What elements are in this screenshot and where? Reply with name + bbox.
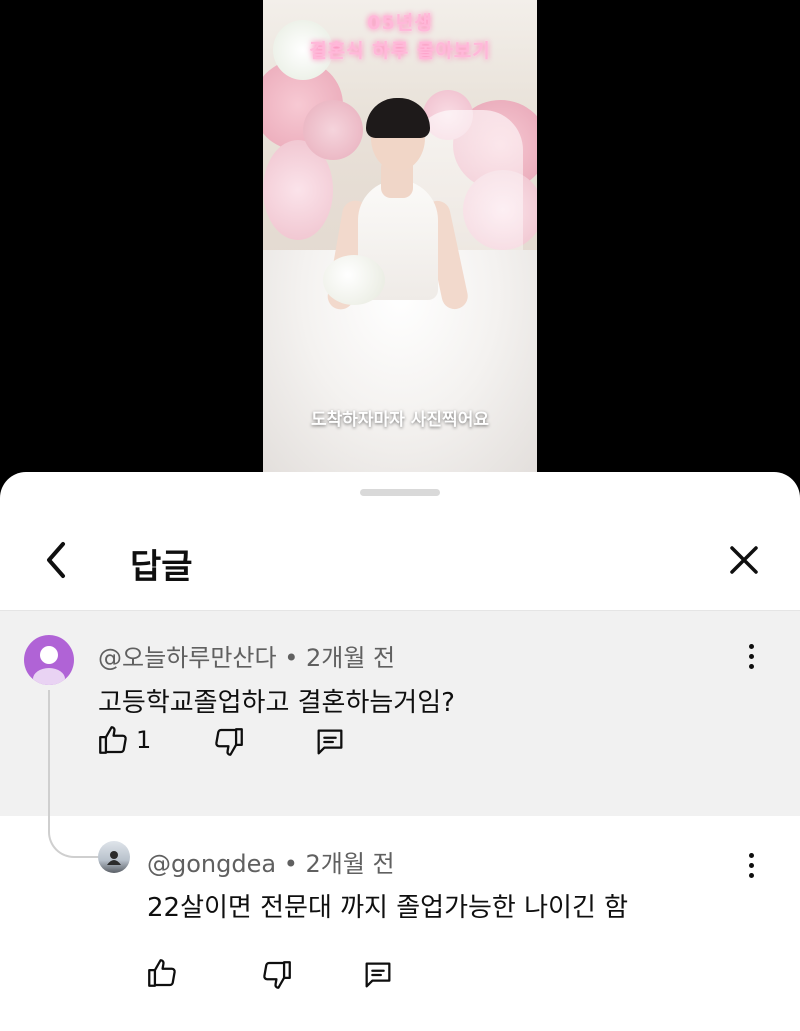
reply-author[interactable]: @gongdea <box>147 850 276 878</box>
like-button[interactable]: 1 <box>96 723 151 757</box>
reply-button[interactable] <box>313 725 347 759</box>
flower-decoration <box>303 100 363 160</box>
video-frame: 05년생 결혼식 하루 몰아보기 도착하자마자 사진찍어요 <box>263 0 537 472</box>
bouquet <box>323 255 385 305</box>
reply-button[interactable] <box>361 958 395 992</box>
sheet-title: 답글 <box>130 547 193 587</box>
comment-icon <box>317 729 343 755</box>
dot-icon <box>748 643 754 649</box>
dislike-button[interactable] <box>260 958 294 992</box>
close-button[interactable] <box>718 534 770 586</box>
more-options-button[interactable] <box>736 636 766 676</box>
like-count: 1 <box>136 726 152 754</box>
reply-text: 22살이면 전문대 까지 졸업가능한 나이긴 함 <box>147 893 629 923</box>
default-user-icon <box>33 646 65 685</box>
dot-icon <box>748 663 754 669</box>
sheet-header: 답글 <box>0 512 800 611</box>
thread-connector <box>48 690 100 858</box>
dislike-button[interactable] <box>212 725 246 759</box>
comment-icon <box>365 962 391 988</box>
thumbs-up-icon <box>99 726 127 754</box>
comment-meta: @오늘하루만산다 • 2개월 전 <box>98 638 395 673</box>
video-caption: 도착하자마자 사진찍어요 <box>311 410 489 430</box>
reply-time: • 2개월 전 <box>283 850 395 878</box>
comment-author[interactable]: @오늘하루만산다 <box>98 644 277 672</box>
user-photo-icon <box>107 851 121 865</box>
thumbs-down-icon <box>215 728 243 756</box>
close-icon <box>730 546 758 574</box>
video-title-line1: 05년생 <box>367 12 433 34</box>
dot-icon <box>748 653 754 659</box>
dot-icon <box>748 872 754 878</box>
comment-text: 고등학교졸업하고 결혼하늠거임? <box>98 688 455 718</box>
parent-comment: @오늘하루만산다 • 2개월 전 고등학교졸업하고 결혼하늠거임? 1 <box>0 611 800 816</box>
video-player[interactable]: 05년생 결혼식 하루 몰아보기 도착하자마자 사진찍어요 <box>0 0 800 472</box>
dot-icon <box>748 852 754 858</box>
like-button[interactable] <box>145 956 179 990</box>
comment-time: • 2개월 전 <box>284 644 396 672</box>
video-title-line2: 결혼식 하루 몰아보기 <box>309 40 491 62</box>
chevron-left-icon <box>47 542 65 578</box>
dot-icon <box>748 862 754 868</box>
avatar[interactable] <box>24 635 74 685</box>
replies-sheet: 답글 @오늘하루만산다 • 2개월 전 고등학교졸업하고 결혼하늠거임? 1 @… <box>0 472 800 1031</box>
thumbs-up-icon <box>148 959 176 987</box>
back-button[interactable] <box>30 534 82 586</box>
avatar[interactable] <box>98 841 130 873</box>
drag-handle[interactable] <box>360 489 440 496</box>
more-options-button[interactable] <box>736 845 766 885</box>
thumbs-down-icon <box>263 961 291 989</box>
reply-meta: @gongdea • 2개월 전 <box>147 844 395 879</box>
